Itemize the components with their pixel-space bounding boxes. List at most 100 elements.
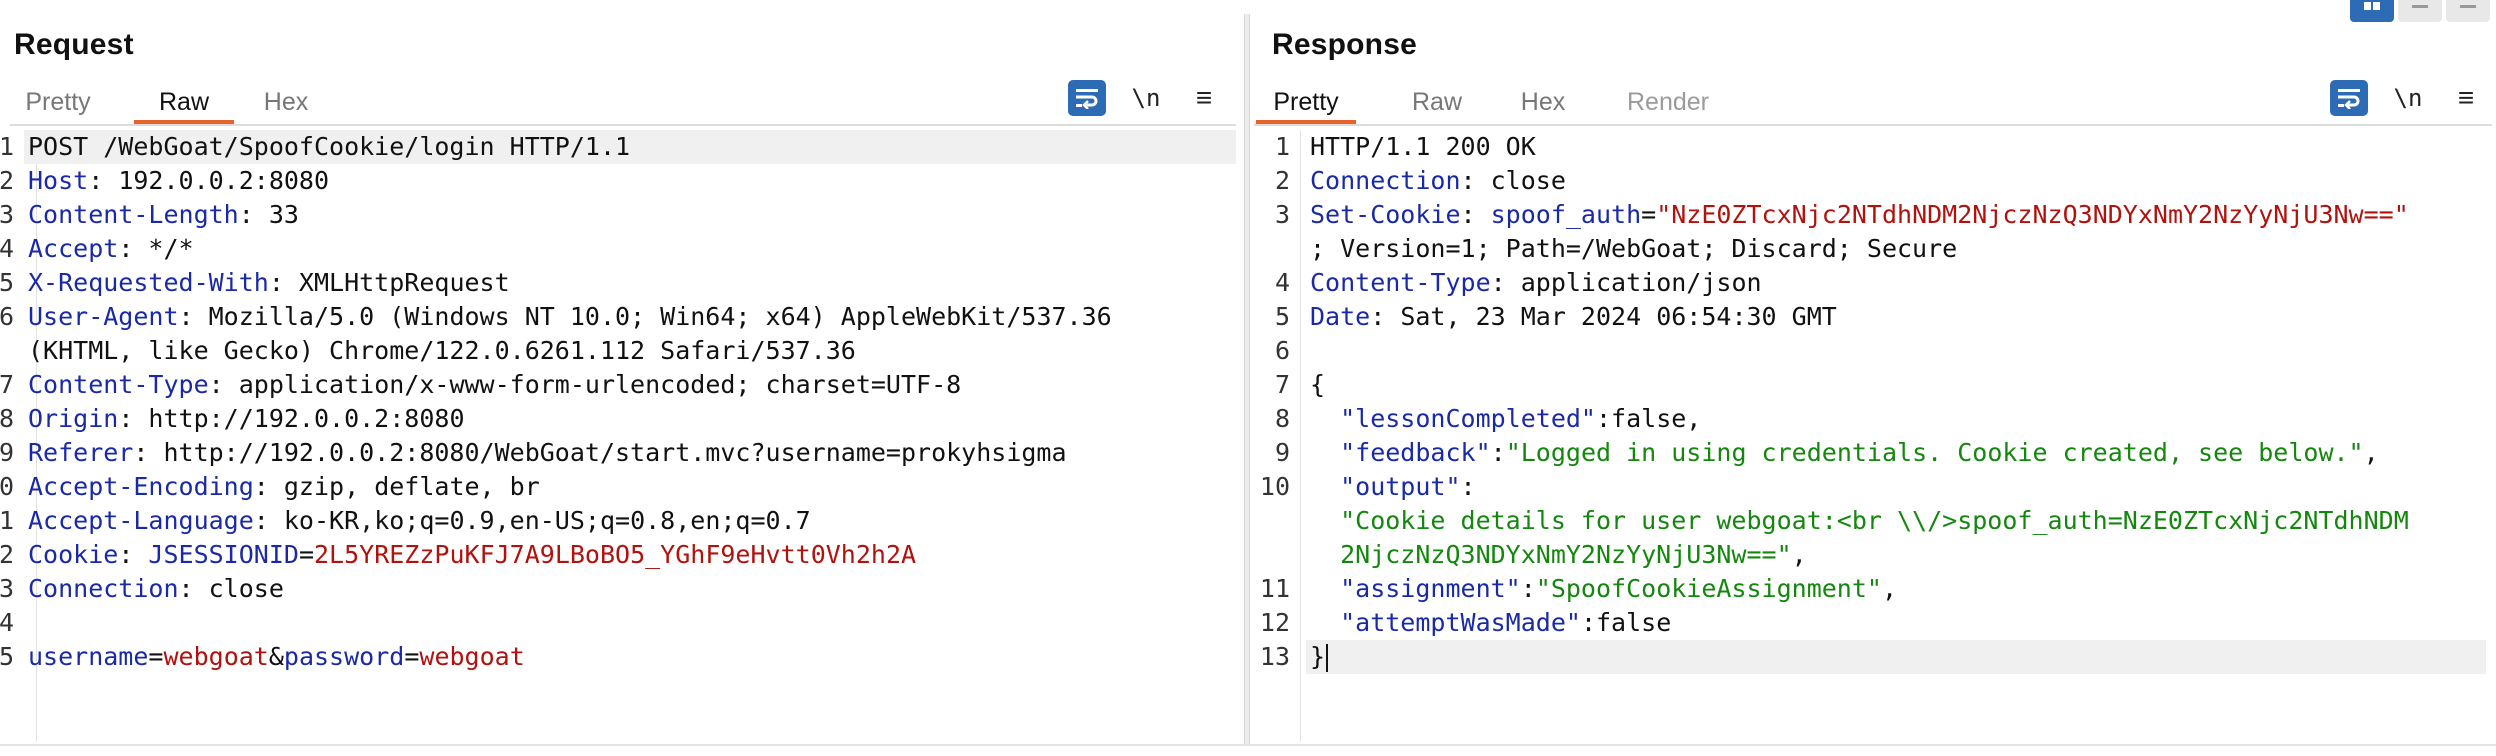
token-text: : [1460, 472, 1476, 501]
code-line[interactable]: 5 X-Requested-With: XMLHttpRequest [0, 266, 1236, 300]
tab-response-raw[interactable]: Raw [1400, 84, 1474, 124]
request-tabs-divider [10, 124, 1236, 126]
response-editor[interactable]: 1 HTTP/1.1 200 OK 2 Connection: close 3 Set-C… [1250, 130, 2496, 742]
line-code: Cookie: JSESSIONID=2L5YREZzPuKFJ7A9LBoBO… [28, 538, 916, 572]
response-word-wrap-button[interactable] [2330, 80, 2368, 116]
response-title: Response [1272, 28, 1417, 61]
word-wrap-icon [1076, 89, 1098, 109]
code-line[interactable]: 3 Connection: close [0, 572, 1236, 606]
tab-request-raw[interactable]: Raw [134, 84, 234, 124]
layout-tabs-button[interactable] [2446, 0, 2490, 22]
code-line[interactable]: 7{ [1250, 368, 2486, 402]
line-code: Connection: close [28, 572, 284, 606]
line-code: } [1310, 640, 1329, 674]
code-line[interactable]: 8 Origin: http://192.0.0.2:8080 [0, 402, 1236, 436]
token-text: : Sat, 23 Mar 2024 06:54:30 GMT [1370, 302, 1837, 331]
request-show-newlines-button[interactable]: \n [1126, 80, 1166, 116]
code-line[interactable]: 2 Cookie: JSESSIONID=2L5YREZzPuKFJ7A9LBoB… [0, 538, 1236, 572]
line-code: HTTP/1.1 200 OK [1310, 130, 1536, 164]
token-key: Content-Type [1310, 268, 1491, 297]
request-pane: Request Pretty Raw Hex \n ≡ 1 POST /WebGo… [0, 0, 1246, 756]
line-number: 3 [0, 200, 14, 229]
line-code: Connection: close [1310, 164, 1566, 198]
token-text: : ko-KR,ko;q=0.9,en-US;q=0.8,en;q=0.7 [253, 506, 811, 535]
code-line[interactable]: "Cookie details for user webgoat:<br \\/… [1250, 504, 2486, 538]
token-text: , [1791, 540, 1807, 569]
line-code: username=webgoat&password=webgoat [28, 640, 525, 674]
code-line[interactable]: (KHTML, like Gecko) Chrome/122.0.6261.11… [8, 334, 1236, 368]
token-string: "Cookie details for user webgoat:<br \\/… [1310, 506, 2409, 535]
response-show-newlines-button[interactable]: \n [2388, 80, 2428, 116]
code-line[interactable]: 4 [0, 606, 1236, 640]
code-line[interactable]: 9 "feedback":"Logged in using credential… [1250, 436, 2486, 470]
token-value: "NzE0ZTcxNjc2NTdhNDM2NjczNzQ3NDYxNmY2NzY… [1656, 200, 2409, 229]
token-text: : [118, 540, 149, 569]
token-text: : application/x-www-form-urlencoded; cha… [208, 370, 962, 399]
token-text: :false [1580, 608, 1672, 637]
line-code: "assignment":"SpoofCookieAssignment", [1310, 572, 1897, 606]
tab-request-hex[interactable]: Hex [256, 84, 316, 124]
response-tabs-divider [1254, 124, 2492, 126]
request-word-wrap-button[interactable] [1068, 80, 1106, 116]
line-number: 0 [0, 472, 14, 501]
code-line[interactable]: 4 Content-Type: application/json [1250, 266, 2486, 300]
line-code: Accept-Language: ko-KR,ko;q=0.9,en-US;q=… [28, 504, 811, 538]
line-number: 9 [1274, 438, 1290, 467]
token-value: webgoat [163, 642, 269, 671]
code-line[interactable]: 1 POST /WebGoat/SpoofCookie/login HTTP/1.… [0, 130, 1236, 164]
code-line[interactable]: 10 "output": [1250, 470, 2486, 504]
code-line[interactable]: 12 "attemptWasMade":false [1250, 606, 2486, 640]
line-code: User-Agent: Mozilla/5.0 (Windows NT 10.0… [28, 300, 1112, 334]
code-line[interactable]: 4 Accept: */* [0, 232, 1236, 266]
line-code: ; Version=1; Path=/WebGoat; Discard; Sec… [1310, 232, 1957, 266]
line-number: 3 [0, 574, 14, 603]
layout-horizontal-button[interactable] [2398, 0, 2442, 22]
code-line[interactable]: 11 "assignment":"SpoofCookieAssignment", [1250, 572, 2486, 606]
response-pane: Response Pretty Raw Hex Render \n ≡ 1 HTT… [1250, 0, 2496, 756]
tab-request-pretty[interactable]: Pretty [12, 84, 104, 124]
request-menu-icon[interactable]: ≡ [1186, 80, 1222, 116]
line-code: Referer: http://192.0.0.2:8080/WebGoat/s… [28, 436, 1067, 470]
code-line[interactable]: 6 User-Agent: Mozilla/5.0 (Windows NT 10.… [0, 300, 1236, 334]
tab-response-pretty[interactable]: Pretty [1256, 84, 1356, 124]
line-number: 4 [0, 608, 14, 637]
code-line[interactable]: 3 Set-Cookie: spoof_auth="NzE0ZTcxNjc2NTd… [1250, 198, 2486, 232]
code-line[interactable]: 1 HTTP/1.1 200 OK [1250, 130, 2486, 164]
token-key: Date [1310, 302, 1371, 331]
token-key: Accept [28, 234, 119, 263]
line-code: { [1310, 368, 1325, 402]
line-code: Content-Type: application/json [1310, 266, 1762, 300]
response-menu-icon[interactable]: ≡ [2448, 80, 2484, 116]
token-text: : http://192.0.0.2:8080/WebGoat/start.mv… [133, 438, 1067, 467]
tab-response-render[interactable]: Render [1616, 84, 1720, 124]
token-text: : [1490, 438, 1506, 467]
line-code: "feedback":"Logged in using credentials.… [1310, 436, 2379, 470]
token-key: spoof_auth [1490, 200, 1642, 229]
code-line[interactable]: 3 Content-Length: 33 [0, 198, 1236, 232]
code-line[interactable]: 0 Accept-Encoding: gzip, deflate, br [0, 470, 1236, 504]
code-line[interactable]: 5 username=webgoat&password=webgoat [0, 640, 1236, 674]
token-text: { [1310, 370, 1326, 399]
code-line[interactable]: 13} [1260, 640, 2486, 674]
code-line[interactable]: ; Version=1; Path=/WebGoat; Discard; Sec… [1250, 232, 2486, 266]
code-line[interactable]: 9 Referer: http://192.0.0.2:8080/WebGoat/… [0, 436, 1236, 470]
token-text: :false, [1595, 404, 1702, 433]
token-text: = [298, 540, 314, 569]
code-line[interactable]: 2 Host: 192.0.0.2:8080 [0, 164, 1236, 198]
code-line[interactable]: 2NjczNzQ3NDYxNmY2NzYyNjU3Nw==", [1250, 538, 2486, 572]
code-line[interactable]: 5 Date: Sat, 23 Mar 2024 06:54:30 GMT [1250, 300, 2486, 334]
token-text: : 192.0.0.2:8080 [88, 166, 330, 195]
code-line[interactable]: 8 "lessonCompleted":false, [1250, 402, 2486, 436]
request-editor[interactable]: 1 POST /WebGoat/SpoofCookie/login HTTP/1.… [0, 130, 1246, 742]
code-line[interactable]: 1 Accept-Language: ko-KR,ko;q=0.9,en-US;q… [0, 504, 1236, 538]
code-line[interactable]: 2 Connection: close [1250, 164, 2486, 198]
layout-split-button[interactable] [2350, 0, 2394, 22]
tabs-layout-icon [2460, 5, 2476, 8]
token-text: : [1460, 200, 1491, 229]
token-text: (KHTML, like Gecko) Chrome/122.0.6261.11… [28, 336, 856, 365]
tab-response-hex[interactable]: Hex [1510, 84, 1576, 124]
request-title: Request [14, 28, 134, 61]
code-line[interactable]: 6 [1250, 334, 2486, 368]
code-line[interactable]: 7 Content-Type: application/x-www-form-ur… [0, 368, 1236, 402]
line-code: Origin: http://192.0.0.2:8080 [28, 402, 465, 436]
